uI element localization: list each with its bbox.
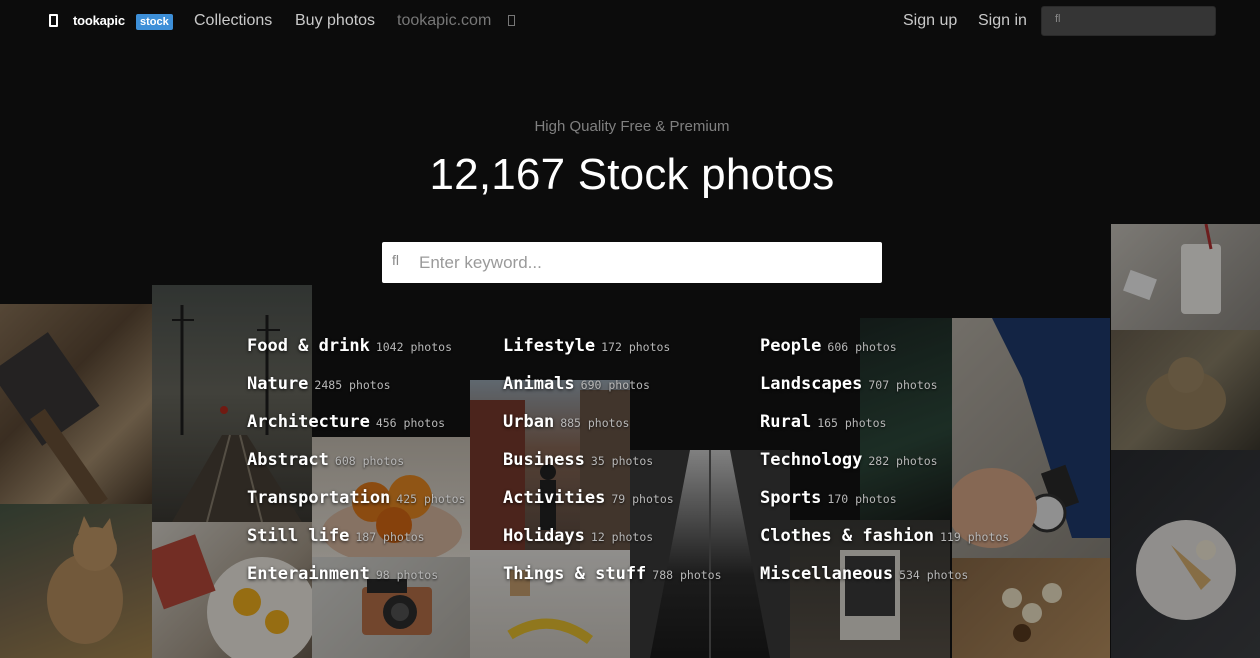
- category-count: 172 photos: [601, 340, 671, 354]
- photo-cat: [0, 504, 152, 658]
- category-name: Nature: [247, 374, 309, 394]
- category-business[interactable]: Business 35 photos: [503, 450, 653, 470]
- category-count: 1042 photos: [375, 340, 452, 354]
- nav-buy-photos[interactable]: Buy photos: [295, 12, 375, 30]
- photo-almonds: [952, 558, 1110, 658]
- search-icon: fl: [392, 252, 399, 268]
- category-name: Activities: [503, 488, 606, 508]
- category-lifestyle[interactable]: Lifestyle 172 photos: [503, 336, 670, 356]
- sign-in-link[interactable]: Sign in: [978, 12, 1027, 30]
- category-count: 187 photos: [355, 530, 425, 544]
- nav-search-input[interactable]: fl: [1041, 6, 1216, 36]
- category-name: Architecture: [247, 412, 370, 432]
- category-name: People: [760, 336, 822, 356]
- category-count: 608 photos: [334, 454, 405, 468]
- category-count: 119 photos: [940, 530, 1010, 544]
- top-nav: tookapic stock Collections Buy photos to…: [0, 0, 1260, 44]
- hero-title: 12,167 Stock photos: [429, 150, 835, 199]
- category-count: 35 photos: [590, 454, 654, 468]
- category-people[interactable]: People 606 photos: [760, 336, 897, 356]
- category-technology[interactable]: Technology 282 photos: [760, 450, 938, 470]
- category-name: Landscapes: [760, 374, 863, 394]
- photo-cat-fence: [1111, 330, 1260, 450]
- hero-subtitle: High Quality Free & Premium: [534, 118, 730, 135]
- category-enterainment[interactable]: Enterainment 98 photos: [247, 564, 438, 584]
- stock-badge[interactable]: stock: [136, 14, 173, 30]
- category-count: 2485 photos: [314, 378, 391, 392]
- photo-suit-watch: [952, 318, 1110, 558]
- category-name: Animals: [503, 374, 575, 394]
- photo-architecture: [630, 450, 790, 658]
- category-name: Sports: [760, 488, 822, 508]
- category-food-drink[interactable]: Food & drink 1042 photos: [247, 336, 452, 356]
- category-count: 788 photos: [652, 568, 722, 582]
- category-count: 165 photos: [817, 416, 887, 430]
- category-still-life[interactable]: Still life 187 photos: [247, 526, 425, 546]
- category-clothes-fashion[interactable]: Clothes & fashion 119 photos: [760, 526, 1009, 546]
- nav-collections[interactable]: Collections: [194, 12, 272, 30]
- category-count: 425 photos: [396, 492, 466, 506]
- category-name: Business: [503, 450, 585, 470]
- category-name: Enterainment: [247, 564, 370, 584]
- category-nature[interactable]: Nature 2485 photos: [247, 374, 391, 394]
- category-name: Technology: [760, 450, 863, 470]
- category-activities[interactable]: Activities 79 photos: [503, 488, 674, 508]
- category-architecture[interactable]: Architecture 456 photos: [247, 412, 445, 432]
- category-name: Urban: [503, 412, 555, 432]
- category-rural[interactable]: Rural 165 photos: [760, 412, 886, 432]
- category-animals[interactable]: Animals 690 photos: [503, 374, 650, 394]
- category-count: 79 photos: [611, 492, 674, 506]
- category-name: Lifestyle: [503, 336, 596, 356]
- category-name: Miscellaneous: [760, 564, 894, 584]
- category-landscapes[interactable]: Landscapes 707 photos: [760, 374, 938, 394]
- category-transportation[interactable]: Transportation 425 photos: [247, 488, 466, 508]
- category-count: 456 photos: [375, 416, 446, 430]
- nav-tookapic-link[interactable]: tookapic.com: [397, 12, 491, 30]
- logo-icon[interactable]: [49, 14, 58, 27]
- photo-dessert-plate: [1111, 450, 1260, 658]
- category-count: 690 photos: [580, 378, 650, 392]
- category-name: Still life: [247, 526, 350, 546]
- photo-axe-wood: [0, 304, 152, 504]
- category-name: Holidays: [503, 526, 585, 546]
- category-name: Clothes & fashion: [760, 526, 934, 546]
- category-count: 885 photos: [560, 416, 630, 430]
- category-name: Rural: [760, 412, 812, 432]
- external-link-icon: [508, 15, 515, 26]
- category-count: 707 photos: [868, 378, 938, 392]
- category-name: Food & drink: [247, 336, 370, 356]
- category-miscellaneous[interactable]: Miscellaneous 534 photos: [760, 564, 968, 584]
- category-urban[interactable]: Urban 885 photos: [503, 412, 629, 432]
- photo-milkshake: [1111, 224, 1260, 330]
- brand-logo[interactable]: tookapic: [73, 13, 125, 28]
- category-sports[interactable]: Sports 170 photos: [760, 488, 897, 508]
- category-things-stuff[interactable]: Things & stuff 788 photos: [503, 564, 722, 584]
- sign-up-link[interactable]: Sign up: [903, 12, 957, 30]
- category-name: Things & stuff: [503, 564, 647, 584]
- hero-search-box[interactable]: fl: [382, 242, 882, 283]
- category-count: 282 photos: [868, 454, 938, 468]
- category-abstract[interactable]: Abstract 608 photos: [247, 450, 404, 470]
- category-holidays[interactable]: Holidays 12 photos: [503, 526, 653, 546]
- category-name: Abstract: [247, 450, 329, 470]
- photo-railway: [152, 285, 312, 522]
- category-count: 12 photos: [590, 530, 654, 544]
- keyword-search-input[interactable]: [419, 242, 869, 283]
- category-count: 534 photos: [899, 568, 969, 582]
- category-count: 170 photos: [827, 492, 897, 506]
- category-name: Transportation: [247, 488, 391, 508]
- category-count: 98 photos: [375, 568, 439, 582]
- search-icon: fl: [1055, 13, 1061, 25]
- category-count: 606 photos: [827, 340, 897, 354]
